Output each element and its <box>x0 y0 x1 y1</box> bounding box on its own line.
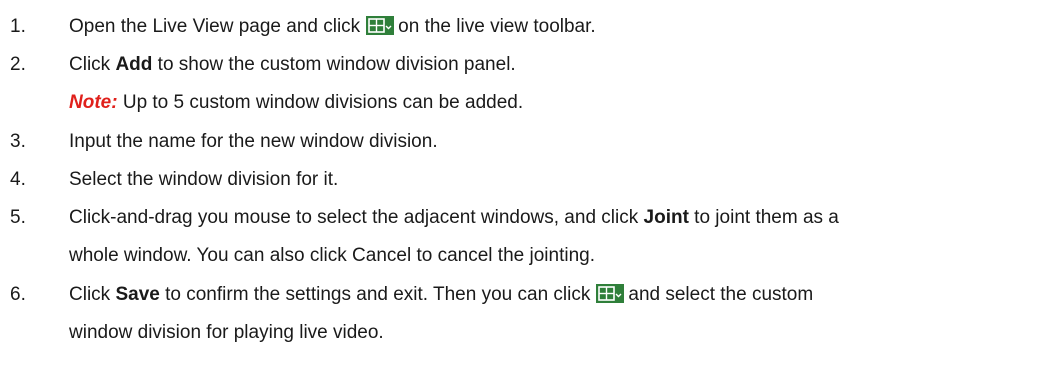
step-text: Click <box>69 284 116 305</box>
step-text: Input the name for the new window divisi… <box>69 131 438 152</box>
note-label: Note: <box>69 92 118 113</box>
step-text: window division for playing live video. <box>69 322 384 343</box>
step-text: Click <box>69 54 116 75</box>
joint-label: Joint <box>643 207 689 228</box>
note-text: Up to 5 custom window divisions can be a… <box>117 92 524 113</box>
step-number: 1. <box>10 16 26 37</box>
step-text: Open the Live View page and click <box>69 16 361 37</box>
step-number: 3. <box>10 131 26 152</box>
window-division-icon <box>366 16 395 35</box>
step-text: to confirm the settings and exit. Then y… <box>159 284 591 305</box>
window-division-icon <box>596 284 625 303</box>
step-number: 2. <box>10 54 26 75</box>
step-number: 5. <box>10 207 26 228</box>
step-text: on the live view toolbar. <box>398 16 596 37</box>
step-text: Click-and-drag you mouse to select the a… <box>69 207 644 228</box>
step-text: to show the custom window division panel… <box>152 54 516 75</box>
add-label: Add <box>115 54 153 75</box>
step-text: Select the window division for it. <box>69 169 339 190</box>
save-label: Save <box>115 284 160 305</box>
step-text: to joint them as a <box>688 207 839 228</box>
step-text: whole window. You can also click Cancel … <box>69 245 595 266</box>
step-number: 6. <box>10 284 26 305</box>
instruction-document: 1. Open the Live View page and click on … <box>0 0 1052 369</box>
step-text: and select the custom <box>628 284 814 305</box>
step-number: 4. <box>10 169 26 190</box>
